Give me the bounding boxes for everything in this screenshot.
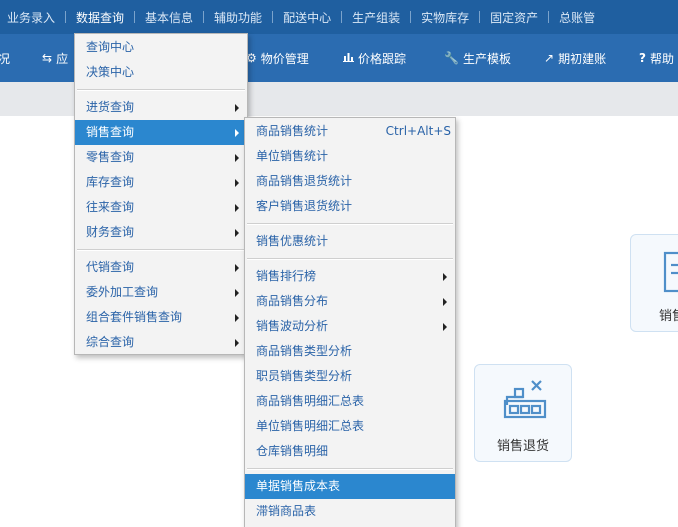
help-icon: ? <box>639 51 646 65</box>
menu-separator <box>75 85 247 95</box>
partial-sales-label: 销售 <box>659 309 678 324</box>
submenu-arrow-icon <box>235 129 239 137</box>
menu-item-label: 库存查询 <box>86 175 135 189</box>
menu-item-sales-ranking[interactable]: 销售排行榜 <box>245 264 455 289</box>
menu-item-document-sales-cost[interactable]: 单据销售成本表 <box>245 474 455 499</box>
menu-item-product-sales-type-analysis[interactable]: 商品销售类型分析 <box>245 339 455 364</box>
menu-item-product-sales-distribution[interactable]: 商品销售分布 <box>245 289 455 314</box>
menu-item-unit-sales-stats[interactable]: 单位销售统计 <box>245 144 455 169</box>
menu-item-product-sales-stats[interactable]: 商品销售统计 Ctrl+Alt+S <box>245 119 455 144</box>
toolbar-item-label: 生产模板 <box>462 51 511 66</box>
toolbar-item-price-management[interactable]: ⚙ 物价管理 <box>246 34 309 82</box>
submenu-arrow-icon <box>235 289 239 297</box>
menu-item-label: 商品销售统计 <box>256 124 329 138</box>
menu-item-finance-query[interactable]: 财务查询 <box>75 220 247 245</box>
top-nav-item-fixed-assets[interactable]: 固定资产 <box>480 9 548 26</box>
toolbar-item-label: 帮助 <box>649 51 674 66</box>
top-nav-item-production-assembly[interactable]: 生产组装 <box>342 9 410 26</box>
top-nav-item-aux-functions[interactable]: 辅助功能 <box>204 9 272 26</box>
sales-return-card[interactable]: 销售退货 <box>474 364 572 462</box>
menu-item-purchase-query[interactable]: 进货查询 <box>75 95 247 120</box>
menu-item-label: 代销查询 <box>86 260 135 274</box>
menu-item-label: 综合查询 <box>86 335 135 349</box>
menu-item-customer-return-stats[interactable]: 客户销售退货统计 <box>245 194 455 219</box>
menu-separator <box>245 254 455 264</box>
menu-item-unit-sales-detail-summary[interactable]: 单位销售明细汇总表 <box>245 414 455 439</box>
sales-query-submenu: 商品销售统计 Ctrl+Alt+S 单位销售统计 商品销售退货统计 客户销售退货统… <box>244 117 456 527</box>
toolbar-item-label: 期初建账 <box>558 51 607 66</box>
menu-item-label: 零售查询 <box>86 150 135 164</box>
bar-chart-icon <box>343 51 354 65</box>
toolbar-item-opening-setup[interactable]: ↗ 期初建账 <box>544 34 606 82</box>
toolbar-item-price-tracking[interactable]: 价格跟踪 <box>343 34 406 82</box>
top-nav-item-data-entry[interactable]: 业务录入 <box>0 9 65 26</box>
top-nav-item-data-query[interactable]: 数据查询 <box>66 9 134 26</box>
partial-sales-card[interactable]: 销售 <box>630 234 678 332</box>
submenu-arrow-icon <box>235 104 239 112</box>
shortcut-text: Ctrl+Alt+S <box>385 124 451 138</box>
menu-item-sales-fluctuation[interactable]: 销售波动分析 <box>245 314 455 339</box>
menu-item-general-query[interactable]: 综合查询 <box>75 330 247 355</box>
submenu-arrow-icon <box>235 179 239 187</box>
toolbar-item-label: 物价管理 <box>260 51 309 66</box>
menu-item-label: 销售排行榜 <box>256 269 317 283</box>
menu-item-label: 组合套件销售查询 <box>86 310 183 324</box>
menu-separator <box>245 219 455 229</box>
wrench-icon: 🔧 <box>444 51 459 65</box>
top-nav-item-general-ledger[interactable]: 总账管 <box>549 9 605 26</box>
toolbar-item-payable[interactable]: ⇆ 应 <box>42 34 68 82</box>
submenu-arrow-icon <box>235 314 239 322</box>
toolbar-item-production-template[interactable]: 🔧 生产模板 <box>444 34 511 82</box>
menu-item-warehouse-sales-detail[interactable]: 仓库销售明细 <box>245 439 455 464</box>
menu-item-label: 进货查询 <box>86 100 135 114</box>
submenu-arrow-icon <box>235 264 239 272</box>
menu-item-label: 财务查询 <box>86 225 135 239</box>
sales-return-icon <box>503 380 547 419</box>
toolbar-item-label: 价格跟踪 <box>358 51 407 66</box>
menu-item-product-sales-detail-summary[interactable]: 商品销售明细汇总表 <box>245 389 455 414</box>
menu-item-sales-discount-stats[interactable]: 销售优惠统计 <box>245 229 455 254</box>
submenu-arrow-icon <box>443 298 447 306</box>
menu-item-decision-center[interactable]: 决策中心 <box>75 60 247 85</box>
menu-item-label: 往来查询 <box>86 200 135 214</box>
submenu-arrow-icon <box>235 204 239 212</box>
menu-item-staff-sales-type-analysis[interactable]: 职员销售类型分析 <box>245 364 455 389</box>
submenu-arrow-icon <box>235 339 239 347</box>
menu-item-sales-query[interactable]: 销售查询 <box>75 120 247 145</box>
top-nav-item-distribution-center[interactable]: 配送中心 <box>273 9 341 26</box>
menu-item-slow-moving-products[interactable]: 滞销商品表 <box>245 499 455 524</box>
menu-item-query-center[interactable]: 查询中心 <box>75 35 247 60</box>
menu-item-product-return-stats[interactable]: 商品销售退货统计 <box>245 169 455 194</box>
submenu-arrow-icon <box>443 273 447 281</box>
toolbar-item-label: 应 <box>56 51 69 66</box>
menu-item-label: 销售查询 <box>86 125 135 139</box>
exchange-arrows-icon: ⇆ <box>42 51 53 65</box>
top-nav-bar: 业务录入 数据查询 基本信息 辅助功能 配送中心 生产组装 实物库存 固定资产 … <box>0 0 678 34</box>
document-icon <box>663 251 678 293</box>
menu-item-accounts-query[interactable]: 往来查询 <box>75 195 247 220</box>
menu-separator <box>245 464 455 474</box>
external-link-icon: ↗ <box>544 51 555 65</box>
submenu-arrow-icon <box>235 154 239 162</box>
toolbar-item-partial[interactable]: 况 <box>0 34 10 82</box>
data-query-menu: 查询中心 决策中心 进货查询 销售查询 零售查询 库存查询 往来查询 财务查询 … <box>74 33 248 355</box>
menu-item-bundle-sales-query[interactable]: 组合套件销售查询 <box>75 305 247 330</box>
menu-item-label: 商品销售分布 <box>256 294 329 308</box>
menu-item-consignment-query[interactable]: 代销查询 <box>75 255 247 280</box>
menu-separator <box>75 245 247 255</box>
sales-return-label: 销售退货 <box>496 439 549 454</box>
menu-item-outsourcing-query[interactable]: 委外加工查询 <box>75 280 247 305</box>
top-nav-item-basic-info[interactable]: 基本信息 <box>135 9 203 26</box>
toolbar-item-help[interactable]: ? 帮助 <box>639 34 674 82</box>
menu-item-label: 销售波动分析 <box>256 319 329 333</box>
menu-item-inventory-query[interactable]: 库存查询 <box>75 170 247 195</box>
submenu-arrow-icon <box>443 323 447 331</box>
submenu-arrow-icon <box>235 229 239 237</box>
menu-item-retail-query[interactable]: 零售查询 <box>75 145 247 170</box>
toolbar-item-label: 况 <box>0 51 11 66</box>
menu-item-label: 委外加工查询 <box>86 285 159 299</box>
top-nav-item-physical-inventory[interactable]: 实物库存 <box>411 9 479 26</box>
